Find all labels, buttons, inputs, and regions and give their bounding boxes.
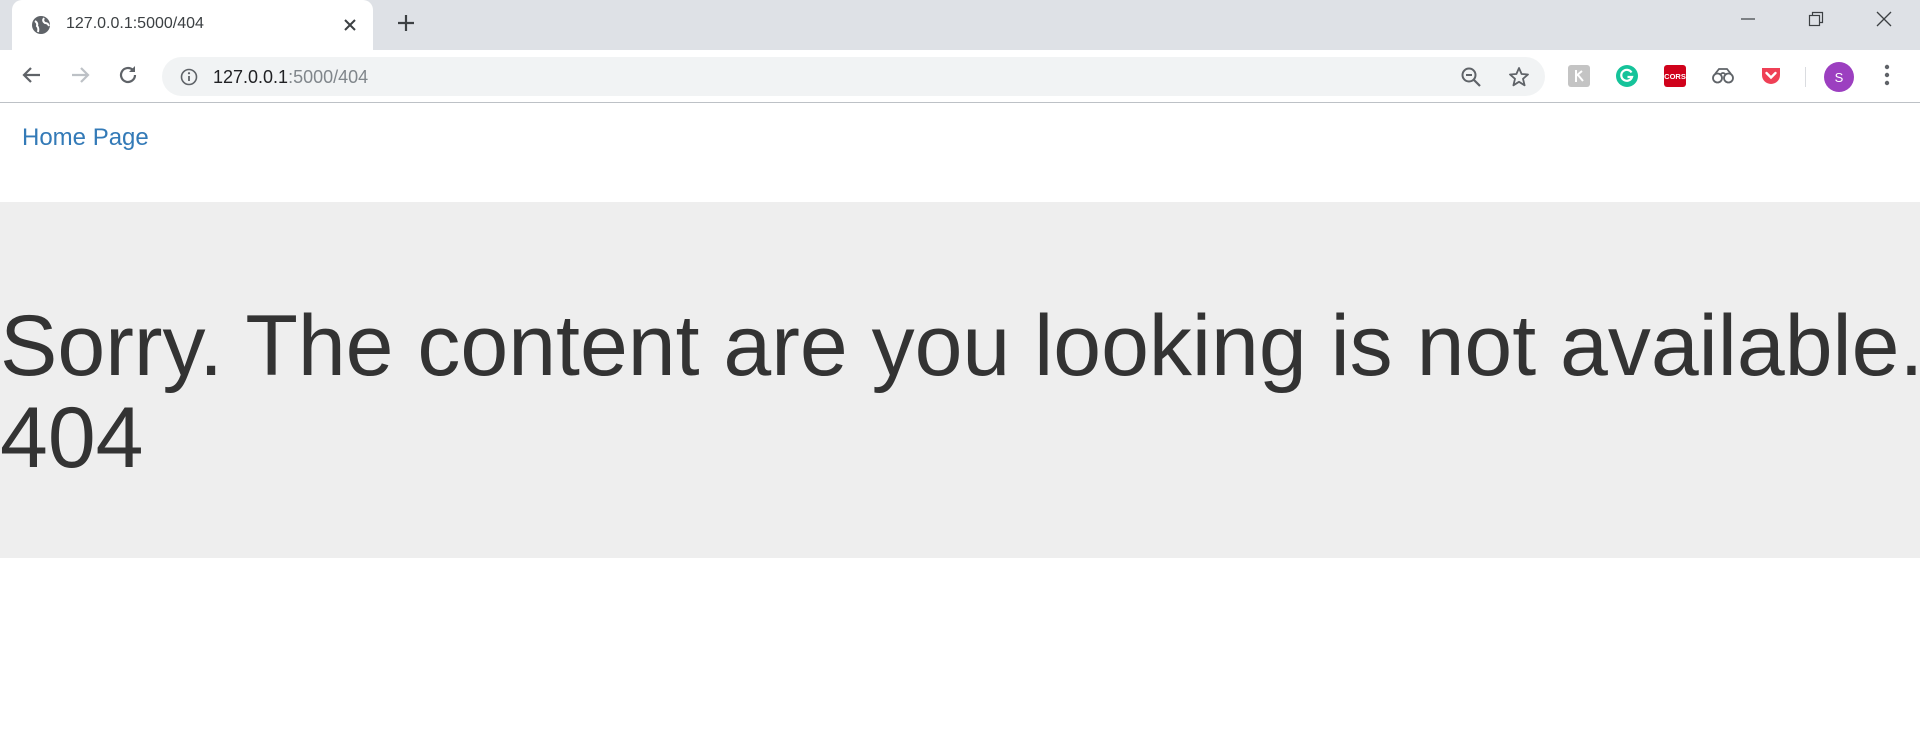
browser-tab[interactable]: 127.0.0.1:5000/404: [12, 0, 373, 50]
arrow-left-icon: [21, 64, 43, 91]
home-page-link[interactable]: Home Page: [22, 124, 149, 152]
reload-icon: [117, 64, 139, 91]
globe-icon: [30, 14, 52, 36]
forward-button[interactable]: [63, 60, 97, 94]
error-jumbotron: Sorry. The content are you looking is no…: [0, 202, 1920, 558]
browser-toolbar: 127.0.0.1:5000/404 CORS S: [0, 50, 1920, 103]
minimize-icon: [1740, 11, 1756, 32]
menu-button[interactable]: [1872, 62, 1902, 92]
grammarly-icon[interactable]: [1614, 63, 1640, 89]
bookmark-star-icon[interactable]: [1506, 64, 1532, 90]
close-icon: [1875, 10, 1893, 33]
pocket-icon[interactable]: [1758, 63, 1784, 89]
cors-icon[interactable]: CORS: [1662, 63, 1688, 89]
error-message: Sorry. The content are you looking is no…: [0, 298, 1920, 394]
error-code: 404: [0, 390, 144, 486]
tab-title: 127.0.0.1:5000/404: [66, 15, 204, 32]
ext-grey-icon[interactable]: [1566, 63, 1592, 89]
arrow-right-icon: [69, 64, 91, 91]
more-vertical-icon: [1884, 64, 1890, 91]
new-tab-button[interactable]: [391, 10, 421, 40]
reload-button[interactable]: [111, 60, 145, 94]
toolbar-divider: [1805, 67, 1806, 87]
close-tab-icon[interactable]: [338, 13, 362, 37]
restore-icon: [1808, 11, 1824, 32]
minimize-button[interactable]: [1724, 0, 1772, 42]
web-page: Home Page Sorry. The content are you loo…: [0, 104, 1920, 746]
close-window-button[interactable]: [1860, 0, 1908, 42]
tab-strip: 127.0.0.1:5000/404: [0, 0, 1920, 50]
svg-text:CORS: CORS: [1664, 72, 1686, 81]
back-button[interactable]: [15, 60, 49, 94]
restore-button[interactable]: [1792, 0, 1840, 42]
info-icon[interactable]: [178, 66, 200, 88]
profile-avatar[interactable]: S: [1824, 62, 1854, 92]
binoculars-icon[interactable]: [1710, 63, 1736, 89]
address-bar[interactable]: 127.0.0.1:5000/404: [162, 57, 1545, 96]
url-path: :5000/404: [288, 67, 369, 87]
error-heading: Sorry. The content are you looking is no…: [0, 300, 1920, 484]
zoom-out-icon[interactable]: [1458, 64, 1484, 90]
url-host: 127.0.0.1: [213, 67, 289, 87]
plus-icon: [396, 13, 416, 38]
url-text[interactable]: 127.0.0.1:5000/404: [213, 67, 368, 88]
